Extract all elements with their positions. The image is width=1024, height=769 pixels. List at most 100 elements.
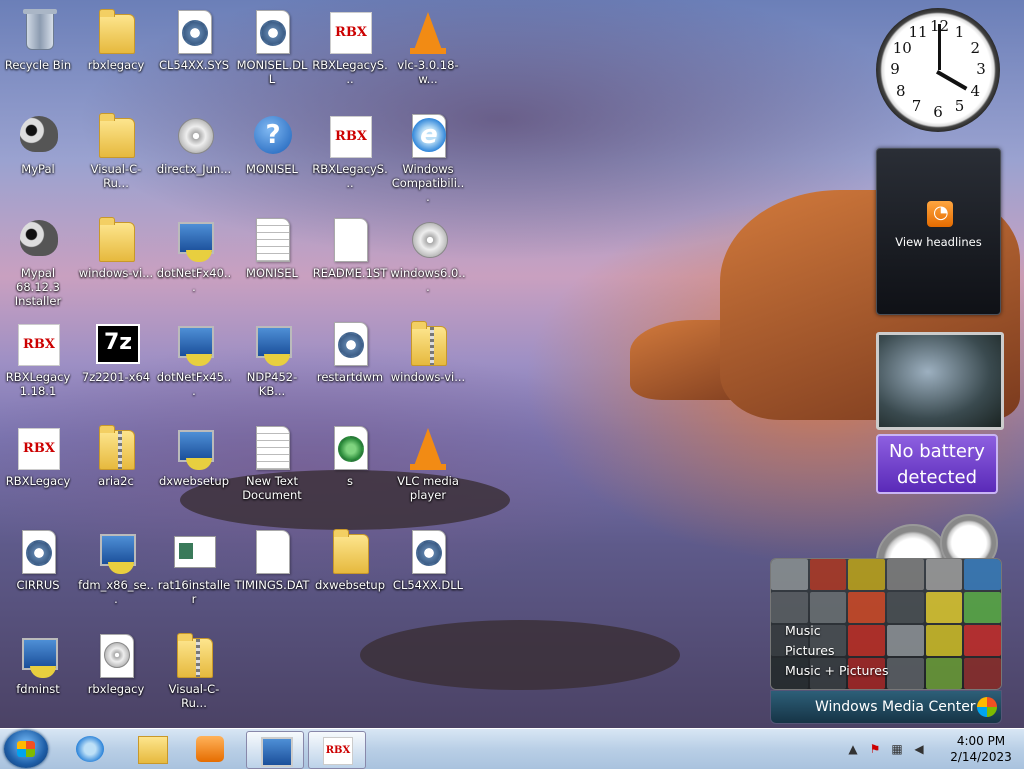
desktop-icon[interactable]: Visual-C-Ru...	[78, 108, 154, 204]
desktop-icon[interactable]: restartdwm	[312, 316, 388, 412]
desktop-icon-label: 7z2201-x64	[81, 370, 151, 384]
taskbar-media-player[interactable]	[182, 731, 238, 767]
internet-explorer-icon	[76, 736, 104, 762]
registry-file-icon	[326, 424, 374, 472]
desktop-icon[interactable]: CL54XX.DLL	[390, 524, 466, 620]
desktop-icon-label: RBXLegacyS...	[312, 58, 388, 86]
feed-headlines-gadget[interactable]: View headlines	[876, 148, 1001, 315]
desktop-icon[interactable]: dotNetFx40...	[156, 212, 232, 308]
desktop-icon[interactable]: Visual-C-Ru...	[156, 628, 232, 724]
clock-numeral: 3	[976, 60, 986, 78]
clock-numeral: 10	[892, 38, 912, 57]
desktop-icon-label: fdm_x86_se...	[78, 578, 154, 606]
cpu-meter-gadget[interactable]	[876, 514, 1000, 598]
folder-icon	[92, 8, 140, 56]
slideshow-gadget[interactable]	[876, 332, 1004, 430]
desktop-icon[interactable]: NDP452-KB...	[234, 316, 310, 412]
mypal-installer-icon	[14, 216, 62, 264]
desktop-icon[interactable]: 7z 7z2201-x64	[78, 316, 154, 412]
network-icon[interactable]: ▦	[890, 742, 904, 756]
desktop-icon-label: rbxlegacy	[87, 58, 145, 72]
desktop-icon[interactable]: README.1ST	[312, 212, 388, 308]
update-package-icon	[404, 216, 452, 264]
desktop-icon[interactable]: TIMINGS.DAT	[234, 524, 310, 620]
desktop-icon[interactable]: RBX RBXLegacy 1.18.1	[0, 316, 76, 412]
taskbar-time: 4:00 PM	[956, 734, 1006, 748]
battery-gadget[interactable]: No battery detected	[876, 434, 998, 494]
disc-image-icon	[92, 632, 140, 680]
media-menu-pictures[interactable]: Pictures	[785, 641, 889, 661]
desktop-icon[interactable]: fdminst	[0, 628, 76, 724]
volume-muted-icon[interactable]: ◀	[912, 742, 926, 756]
desktop-icon[interactable]: dxwebsetup	[156, 420, 232, 516]
desktop-icon[interactable]: windows-vi...	[78, 212, 154, 308]
desktop-icon[interactable]: RBX RBXLegacyS...	[312, 4, 388, 100]
directx-icon	[170, 112, 218, 160]
desktop-icon-label: CL54XX.DLL	[392, 578, 464, 592]
taskbar-rbxlegacy[interactable]: RBX	[308, 731, 366, 769]
desktop-icon[interactable]: CIRRUS	[0, 524, 76, 620]
desktop-icon[interactable]: ? MONISEL	[234, 108, 310, 204]
view-headlines-label[interactable]: View headlines	[877, 235, 1000, 249]
desktop-icon-label: rat16installer	[157, 578, 231, 606]
rbxlegacy-icon: RBX	[326, 8, 374, 56]
desktop-icon[interactable]: rbxlegacy	[78, 4, 154, 100]
clock-numeral: 11	[908, 22, 928, 41]
media-center-brand: Windows Media Center	[815, 699, 976, 715]
desktop[interactable]: Recycle Bin rbxlegacy CL54XX.SYS MONISEL.DL…	[0, 0, 1024, 728]
battery-status-line1: No battery	[889, 441, 985, 462]
taskbar-clock[interactable]: 4:00 PM 2/14/2023	[946, 733, 1016, 765]
zip-folder-icon	[404, 320, 452, 368]
desktop-icon-label: MyPal	[21, 162, 55, 176]
desktop-icon[interactable]: fdm_x86_se...	[78, 524, 154, 620]
clock-numeral: 1	[954, 22, 965, 41]
desktop-icon[interactable]: rat16installer	[156, 524, 232, 620]
zip-folder-icon	[170, 632, 218, 680]
desktop-icon-label: dotNetFx45...	[156, 370, 232, 398]
taskbar-remote-desktop[interactable]	[246, 731, 304, 769]
desktop-icon-label: MONISEL	[246, 162, 298, 176]
desktop-icon[interactable]: Recycle Bin	[0, 4, 76, 100]
desktop-icon[interactable]: RBX RBXLegacy	[0, 420, 76, 516]
taskbar-date: 2/14/2023	[950, 750, 1012, 764]
desktop-icon[interactable]: dxwebsetup	[312, 524, 388, 620]
desktop-icon[interactable]: e Windows Compatibili...	[390, 108, 466, 204]
desktop-icon[interactable]: s	[312, 420, 388, 516]
desktop-icon-label: dxwebsetup	[314, 578, 386, 592]
desktop-icon[interactable]: directx_Jun...	[156, 108, 232, 204]
desktop-icon[interactable]: rbxlegacy	[78, 628, 154, 724]
desktop-icon[interactable]: New Text Document	[234, 420, 310, 516]
media-center-gadget[interactable]: Music Pictures Music + Pictures	[770, 558, 1002, 690]
text-file-icon	[248, 424, 296, 472]
desktop-icon[interactable]: MONISEL.DLL	[234, 4, 310, 100]
desktop-icon[interactable]: MONISEL	[234, 212, 310, 308]
installer-icon	[92, 528, 140, 576]
desktop-icon[interactable]: VLC media player	[390, 420, 466, 516]
media-center-launch-bar[interactable]: Windows Media Center	[770, 690, 1002, 724]
desktop-icon[interactable]: dotNetFx45...	[156, 316, 232, 412]
desktop-icon[interactable]: RBX RBXLegacyS...	[312, 108, 388, 204]
desktop-icon[interactable]: MyPal	[0, 108, 76, 204]
action-center-flag-icon[interactable]: ⚑	[868, 742, 882, 756]
desktop-icon[interactable]: CL54XX.SYS	[156, 4, 232, 100]
internet-explorer-icon: e	[404, 112, 452, 160]
clock-gadget[interactable]: 12 1 2 3 4 5 6 7 8 9 10 11	[876, 8, 1000, 132]
dll-file-icon	[248, 8, 296, 56]
taskbar-internet-explorer[interactable]	[62, 731, 118, 767]
installer-icon	[170, 216, 218, 264]
zip-folder-icon	[92, 424, 140, 472]
rat-installer-icon	[170, 528, 218, 576]
desktop-icon-label: RBXLegacy	[5, 474, 71, 488]
installer-icon	[14, 632, 62, 680]
rss-icon	[927, 201, 953, 227]
desktop-icon[interactable]: aria2c	[78, 420, 154, 516]
media-menu-music[interactable]: Music	[785, 621, 889, 641]
show-hidden-icons-chevron-icon[interactable]: ▲	[846, 742, 860, 756]
taskbar-windows-explorer[interactable]	[124, 731, 180, 767]
start-button[interactable]	[4, 730, 48, 768]
desktop-icon[interactable]: windows-vi...	[390, 316, 466, 412]
desktop-icon[interactable]: windows6.0...	[390, 212, 466, 308]
desktop-icon[interactable]: Mypal 68.12.3 Installer	[0, 212, 76, 308]
media-menu-music-pictures[interactable]: Music + Pictures	[785, 661, 889, 681]
desktop-icon[interactable]: vlc-3.0.18-w...	[390, 4, 466, 100]
